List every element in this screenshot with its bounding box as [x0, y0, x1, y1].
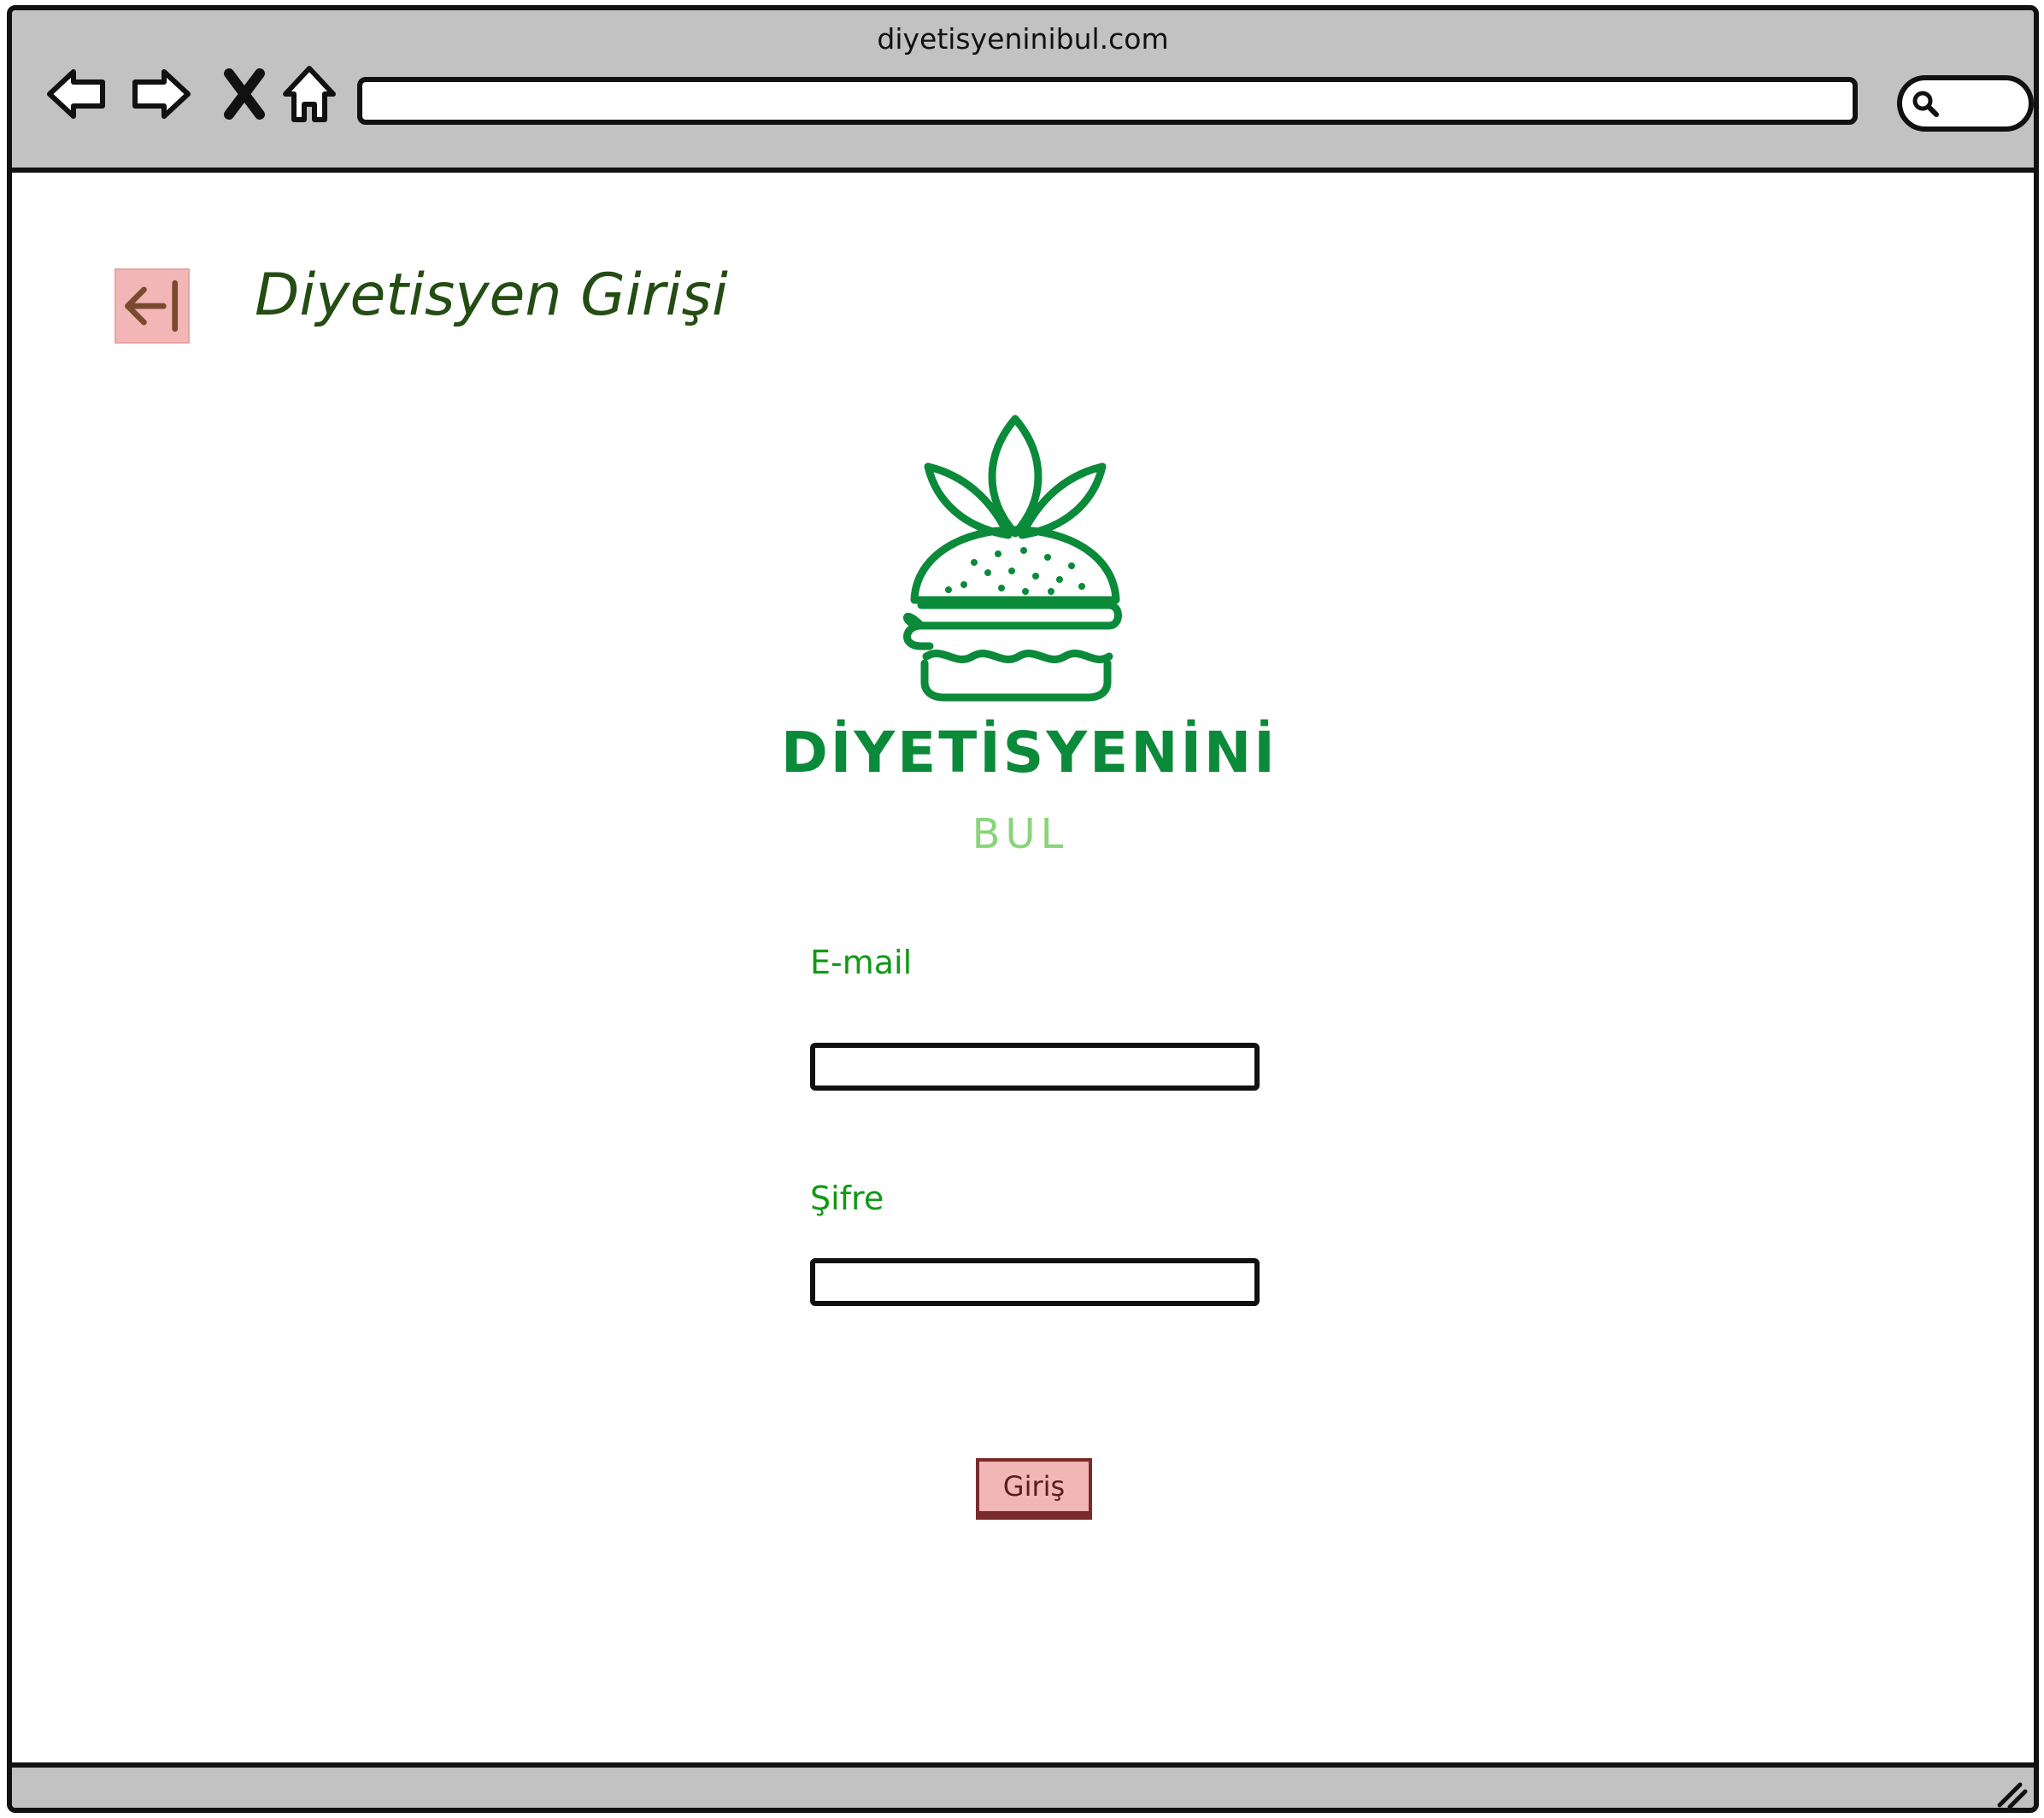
- password-label: Şifre: [810, 1180, 884, 1217]
- page-content: Diyetisyen Girişi DİYETİSYENİNİ BUL E-ma…: [12, 173, 2034, 1762]
- password-field[interactable]: [810, 1258, 1260, 1306]
- email-field[interactable]: [810, 1043, 1260, 1091]
- logo-subtext: BUL: [972, 810, 1069, 858]
- address-bar[interactable]: [357, 77, 1858, 125]
- back-button[interactable]: [115, 268, 190, 344]
- status-bar: [12, 1762, 2034, 1808]
- search-input[interactable]: [1897, 75, 2034, 132]
- logo-wordmark: DİYETİSYENİNİ: [781, 720, 1278, 785]
- back-arrow-icon[interactable]: [41, 58, 113, 130]
- arrow-left-bar-icon: [125, 279, 179, 332]
- forward-arrow-icon[interactable]: [125, 58, 197, 130]
- search-icon: [1912, 91, 1939, 117]
- resize-grip-icon[interactable]: [1991, 1773, 2029, 1808]
- close-icon[interactable]: [209, 58, 280, 130]
- page-title: Diyetisyen Girişi: [255, 262, 728, 329]
- email-label: E-mail: [810, 944, 913, 981]
- browser-toolbar: diyetisyeninibul.com: [12, 10, 2034, 173]
- browser-window: diyetisyeninibul.com Diyetisyen Girişi D…: [7, 5, 2039, 1813]
- home-icon[interactable]: [273, 58, 345, 130]
- login-button[interactable]: Giriş: [976, 1458, 1092, 1520]
- site-title: diyetisyeninibul.com: [877, 22, 1169, 56]
- burger-leaf-logo-icon: [896, 410, 1135, 703]
